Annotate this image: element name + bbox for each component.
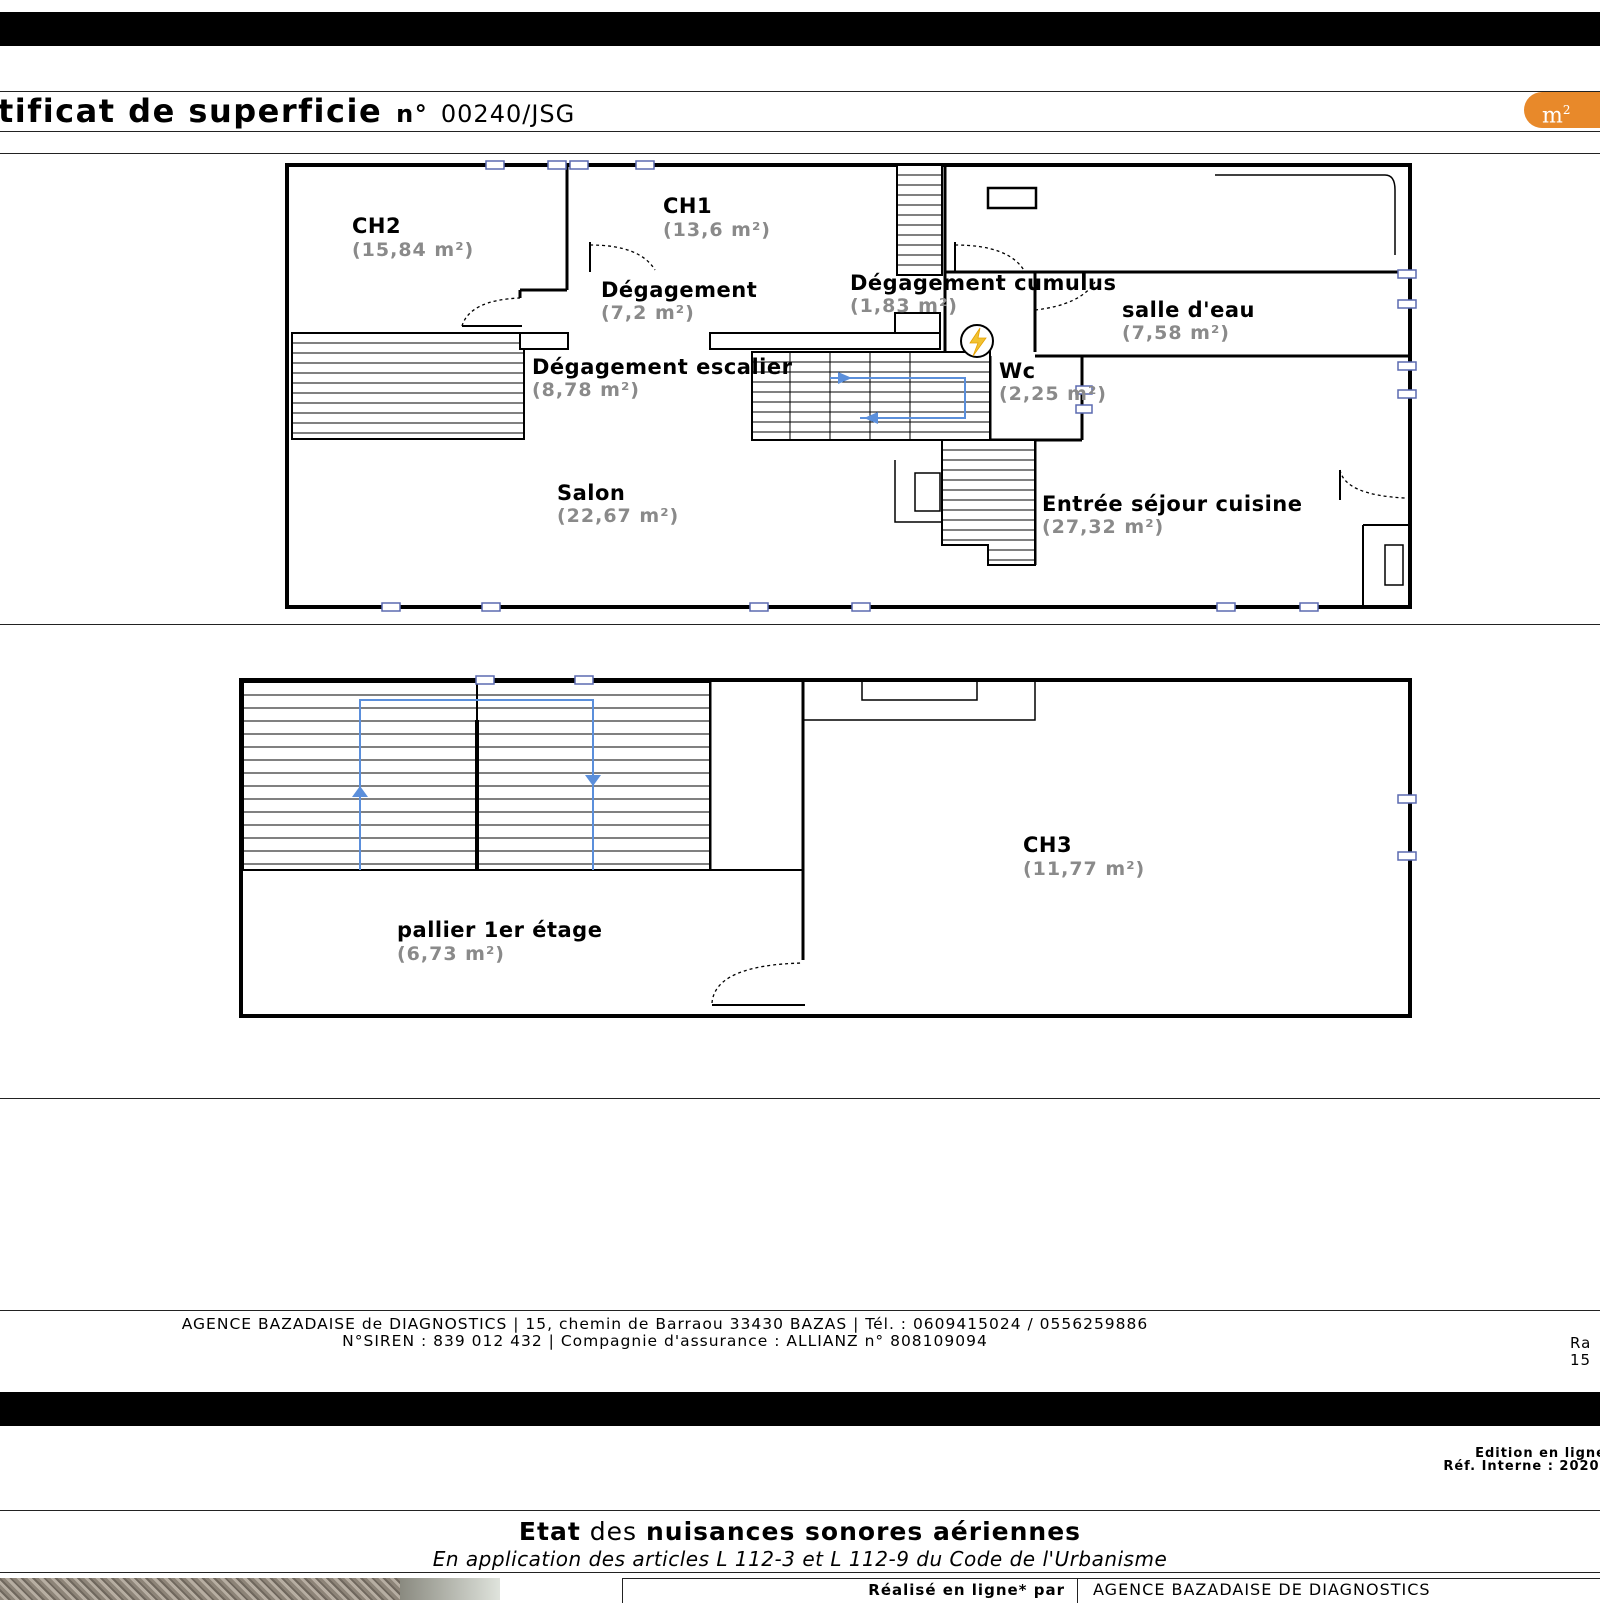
first-stairs: [242, 681, 711, 871]
page-title: tificat de superficie n° 00240/JSG: [0, 92, 575, 130]
m2-logo: m2: [1524, 92, 1600, 128]
room-name-ch2: CH2: [352, 214, 401, 238]
room-area-salon: (22,67 m²): [557, 505, 679, 527]
next-page-subtitle: En application des articles L 112-3 et L…: [432, 1547, 1168, 1571]
room-name-ch3: CH3: [1023, 833, 1072, 857]
room-area-degagement: (7,2 m²): [601, 302, 695, 324]
next-title-rule-top: [0, 1510, 1600, 1511]
title-rule-bottom: [0, 131, 1600, 132]
ground-floor-plan: CH2 (15,84 m²) CH1 (13,6 m²) Dégagement …: [285, 160, 1417, 612]
footer-company-info: AGENCE BAZADAISE de DIAGNOSTICS | 15, ch…: [0, 1316, 1330, 1350]
room-area-pallier: (6,73 m²): [397, 943, 505, 965]
room-area-ch2: (15,84 m²): [352, 239, 474, 261]
next-page-title: Etat des nuisances sonores aériennes: [0, 1517, 1600, 1546]
room-name-salle-d-eau: salle d'eau: [1122, 298, 1255, 322]
footer-right-1: Ra: [1570, 1334, 1592, 1352]
table-label-cell: Réalisé en ligne* par: [623, 1579, 1078, 1603]
plan1-rule-bottom: [0, 624, 1600, 625]
internal-ref: Réf. Interne : 2020-: [1443, 1459, 1600, 1474]
next-title-bold-2: nuisances sonores aériennes: [645, 1517, 1082, 1546]
room-area-wc: (2,25 m²): [999, 383, 1107, 405]
room-name-degagement-escalier: Dégagement escalier: [532, 355, 793, 379]
room-name-entree-sejour-cuisine: Entrée séjour cuisine: [1042, 492, 1302, 516]
room-name-degagement-cumulus: Dégagement cumulus: [850, 271, 1116, 295]
certificate-number: 00240/JSG: [440, 100, 576, 128]
plan2-rule-bottom: [0, 1098, 1600, 1099]
room-area-degagement-escalier: (8,78 m²): [532, 379, 640, 401]
next-title-normal: des: [589, 1517, 638, 1546]
footer-right-2: 15: [1570, 1351, 1592, 1369]
room-area-ch1: (13,6 m²): [663, 219, 771, 241]
plan1-rule-top: [0, 153, 1600, 154]
top-black-bar: [0, 12, 1600, 46]
stairs-left: [291, 332, 569, 440]
edition-block: Edition en ligne Réf. Interne : 2020-: [1443, 1447, 1600, 1473]
number-prefix: n°: [396, 100, 429, 128]
room-area-entree-sejour-cuisine: (27,32 m²): [1042, 516, 1164, 538]
room-name-pallier: pallier 1er étage: [397, 918, 602, 942]
table-value-cell: AGENCE BAZADAISE DE DIAGNOSTICS: [1093, 1580, 1431, 1599]
next-title-rule-bottom: [0, 1572, 1600, 1573]
room-area-salle-d-eau: (7,58 m²): [1122, 322, 1230, 344]
room-name-wc: Wc: [999, 359, 1036, 383]
page-break-bar: [0, 1392, 1600, 1426]
first-door-swing: [711, 962, 804, 1004]
next-title-bold-1: Etat: [518, 1517, 581, 1546]
title-text: tificat de superficie: [0, 92, 383, 130]
footer-line-1: AGENCE BAZADAISE de DIAGNOSTICS | 15, ch…: [181, 1315, 1149, 1333]
aerial-photo-highlight: [400, 1578, 500, 1600]
info-table: Réalisé en ligne* par AGENCE BAZADAISE D…: [622, 1578, 1600, 1603]
room-area-degagement-cumulus: (1,83 m²): [850, 295, 958, 317]
footer-line-2: N°SIREN : 839 012 432 | Compagnie d'assu…: [342, 1332, 988, 1350]
footer-right-text: Ra 15: [1570, 1335, 1591, 1369]
room-name-degagement: Dégagement: [601, 278, 757, 302]
footer-rule: [0, 1310, 1600, 1311]
first-floor-plan: CH3 (11,77 m²) pallier 1er étage (6,73 m…: [239, 675, 1417, 1018]
room-area-ch3: (11,77 m²): [1023, 858, 1145, 880]
room-name-ch1: CH1: [663, 194, 712, 218]
room-name-salon: Salon: [557, 481, 625, 505]
